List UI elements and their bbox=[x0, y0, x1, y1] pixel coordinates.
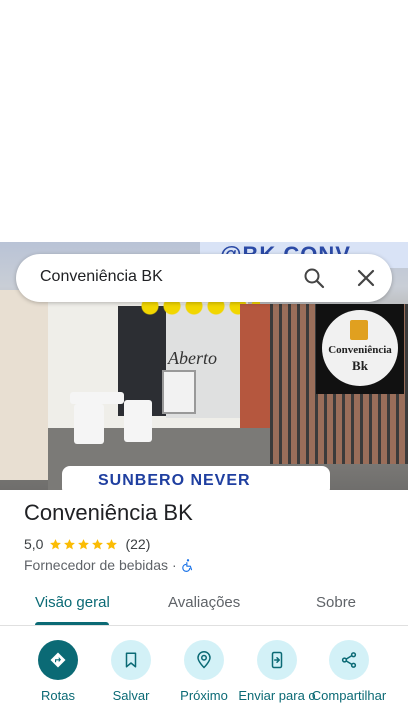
star-rating bbox=[49, 538, 119, 551]
save-button[interactable]: Salvar bbox=[91, 640, 171, 704]
tab-reviews[interactable]: Avaliações bbox=[168, 594, 240, 611]
photo-left-wall bbox=[0, 290, 48, 480]
review-count: (22) bbox=[125, 536, 151, 552]
nearby-icon bbox=[197, 651, 211, 669]
action-buttons-row: Rotas Salvar Próximo Enviar para o Compa… bbox=[0, 640, 408, 724]
search-icon[interactable] bbox=[302, 266, 326, 290]
bookmark-icon bbox=[125, 652, 137, 668]
share-button[interactable]: Compartilhar bbox=[309, 640, 389, 704]
share-label: Compartilhar bbox=[311, 688, 387, 703]
star-icon bbox=[50, 538, 62, 549]
star-icon bbox=[92, 538, 104, 549]
active-tab-indicator bbox=[35, 622, 109, 625]
save-label: Salvar bbox=[112, 688, 150, 703]
directions-icon bbox=[50, 652, 66, 668]
close-icon[interactable] bbox=[354, 266, 378, 290]
photo-bottom-banner-text: SUNBERO NEVER bbox=[98, 472, 251, 489]
send-to-phone-label: Enviar para o bbox=[238, 688, 316, 703]
beer-mug-icon bbox=[350, 320, 368, 340]
send-to-phone-button[interactable]: Enviar para o bbox=[237, 640, 317, 704]
photo-table bbox=[70, 392, 124, 404]
wheelchair-accessible-icon bbox=[181, 559, 192, 572]
directions-button-circle[interactable] bbox=[38, 640, 78, 680]
photo-bottom-banner: SUNBERO NEVER bbox=[62, 466, 330, 490]
directions-label: Rotas bbox=[41, 688, 75, 703]
nearby-button-circle[interactable] bbox=[184, 640, 224, 680]
store-logo-line1: Conveniência bbox=[328, 344, 392, 356]
place-title: Conveniência BK bbox=[24, 500, 193, 525]
save-button-circle[interactable] bbox=[111, 640, 151, 680]
category-row: Fornecedor de bebidas · bbox=[24, 556, 195, 574]
send-to-phone-icon bbox=[271, 651, 283, 669]
star-icon bbox=[78, 538, 90, 549]
nearby-button[interactable]: Próximo bbox=[164, 640, 244, 704]
place-tabs: Visão geral Avaliações Sobre bbox=[0, 584, 408, 626]
directions-button[interactable]: Rotas bbox=[18, 640, 98, 704]
place-category: Fornecedor de bebidas bbox=[24, 557, 168, 573]
photo-chair bbox=[124, 400, 152, 442]
tab-about[interactable]: Sobre bbox=[316, 594, 356, 611]
share-icon bbox=[341, 652, 357, 668]
rating-row[interactable]: 5,0 (22) bbox=[24, 535, 150, 553]
star-icon bbox=[64, 538, 76, 549]
store-logo: Conveniência Bk bbox=[316, 304, 404, 394]
nearby-label: Próximo bbox=[180, 688, 228, 703]
photo-chair bbox=[74, 404, 104, 444]
rating-value: 5,0 bbox=[24, 536, 44, 552]
separator-dot: · bbox=[172, 557, 177, 573]
photo-fridge bbox=[162, 370, 196, 414]
search-bar[interactable]: Conveniência BK bbox=[16, 254, 392, 302]
send-to-phone-button-circle[interactable] bbox=[257, 640, 297, 680]
search-input[interactable]: Conveniência BK bbox=[40, 268, 163, 286]
tab-overview[interactable]: Visão geral bbox=[35, 594, 110, 611]
star-icon bbox=[106, 538, 118, 549]
map-blank-area bbox=[0, 0, 408, 242]
place-details-sheet: Conveniência BK 5,0 (22) Fornecedor de b… bbox=[0, 490, 408, 724]
store-logo-line2: Bk bbox=[352, 358, 368, 373]
open-sign-text: Aberto bbox=[168, 348, 217, 368]
share-button-circle[interactable] bbox=[329, 640, 369, 680]
